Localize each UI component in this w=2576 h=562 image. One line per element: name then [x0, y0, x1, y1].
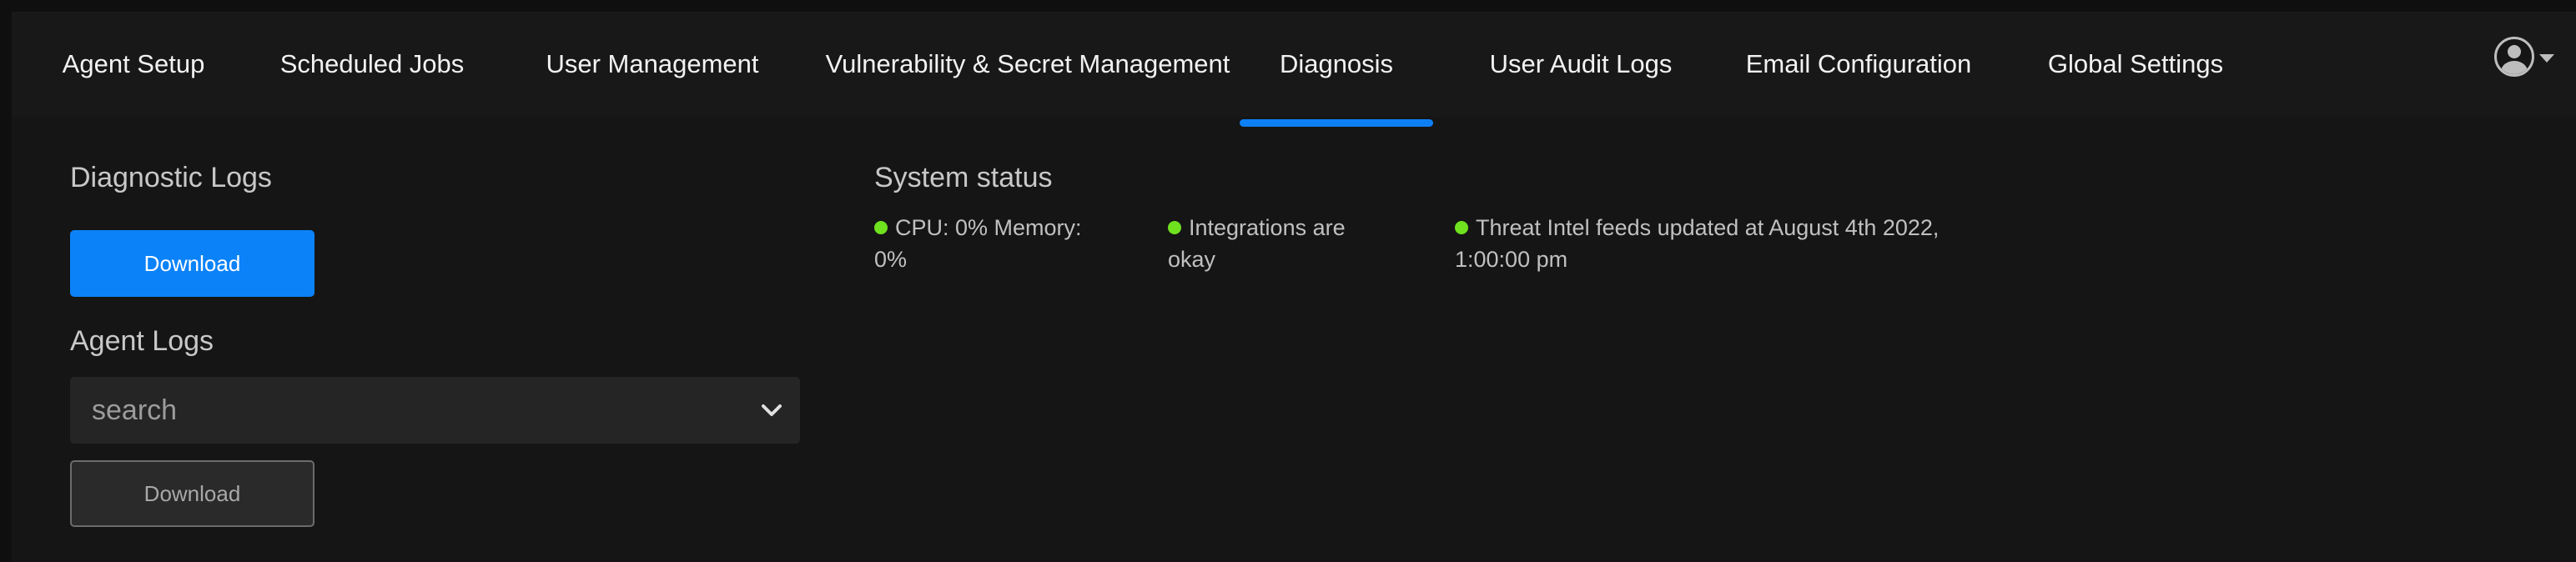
app-frame: Agent Setup Scheduled Jobs User Manageme… — [12, 12, 2576, 562]
status-cpu-memory-text: CPU: 0% Memory: 0% — [874, 215, 1082, 272]
agent-select-placeholder: search — [92, 394, 178, 426]
agent-logs-download-button[interactable]: Download — [70, 460, 314, 527]
tab-agent-setup[interactable]: Agent Setup — [55, 12, 212, 117]
user-menu[interactable] — [2494, 35, 2569, 78]
tab-user-management[interactable]: User Management — [529, 12, 776, 117]
tab-diagnosis[interactable]: Diagnosis — [1240, 12, 1433, 127]
status-integrations-text: Integrations are okay — [1168, 215, 1346, 272]
chevron-down-icon — [762, 404, 782, 416]
tab-email-configuration[interactable]: Email Configuration — [1725, 12, 1992, 117]
status-ok-icon — [1168, 221, 1181, 234]
status-threat-intel-text: Threat Intel feeds updated at August 4th… — [1455, 215, 1940, 272]
tab-user-audit-logs[interactable]: User Audit Logs — [1468, 12, 1693, 117]
diagnostic-logs-download-button[interactable]: Download — [70, 230, 314, 297]
top-navigation: Agent Setup Scheduled Jobs User Manageme… — [12, 12, 2576, 127]
tab-scheduled-jobs[interactable]: Scheduled Jobs — [265, 12, 479, 117]
user-avatar-icon — [2494, 37, 2534, 77]
status-ok-icon — [874, 221, 888, 234]
diagnostic-logs-title: Diagnostic Logs — [70, 162, 272, 193]
agent-select-dropdown[interactable]: search — [70, 377, 800, 444]
tab-vulnerability-secret-management[interactable]: Vulnerability & Secret Management — [819, 12, 1236, 117]
system-status-title: System status — [874, 162, 1053, 193]
tab-global-settings[interactable]: Global Settings — [2022, 12, 2249, 117]
status-ok-icon — [1455, 221, 1468, 234]
status-integrations: Integrations are okay — [1168, 212, 1381, 275]
caret-down-icon — [2539, 54, 2554, 63]
agent-logs-title: Agent Logs — [70, 325, 214, 357]
status-cpu-memory: CPU: 0% Memory: 0% — [874, 212, 1104, 275]
status-threat-intel: Threat Intel feeds updated at August 4th… — [1455, 212, 1972, 275]
